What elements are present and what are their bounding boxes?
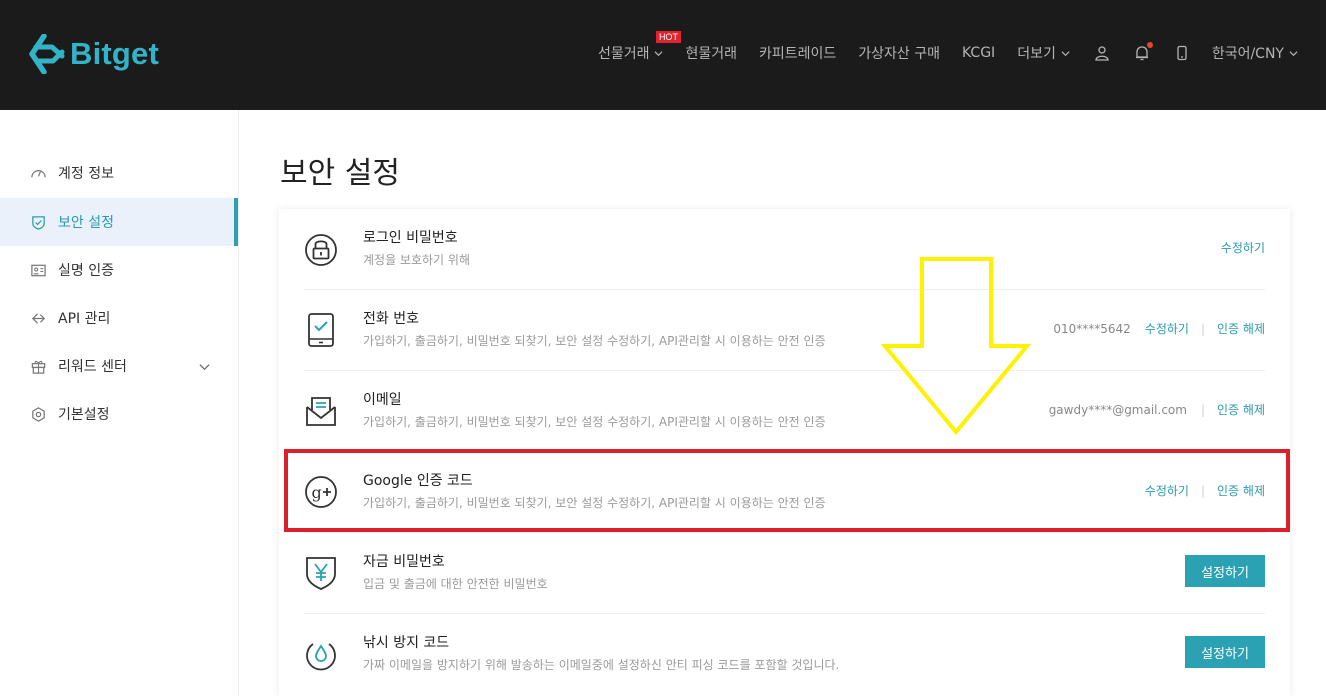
row-title: 이메일 — [363, 392, 402, 408]
nav-spot[interactable]: 현물거래 — [685, 43, 737, 63]
row-title: 로그인 비밀번호 — [363, 230, 458, 246]
mail-icon — [306, 397, 336, 426]
chevron-down-icon — [199, 364, 210, 371]
row-actions: 수정하기 — [1221, 239, 1265, 256]
unbind-link[interactable]: 인증 해제 — [1217, 401, 1265, 418]
sidebar-item-label: 기본설정 — [58, 407, 110, 423]
user-icon[interactable] — [1094, 45, 1110, 61]
gift-icon — [31, 360, 46, 374]
security-row-phone: 전화 번호 가입하기, 출금하기, 비밀번호 되찾기, 보안 설정 수정하기, … — [304, 290, 1265, 371]
sidebar-item-security[interactable]: 보안 설정 — [0, 198, 238, 246]
sidebar-item-label: 실명 인증 — [58, 263, 114, 279]
sidebar-item-rewards[interactable]: 리워드 센터 — [0, 342, 238, 390]
language-label: 한국어/CNY — [1211, 46, 1284, 62]
security-row-fund-password: 자금 비밀번호 입금 및 출금에 대한 안전한 비밀번호 설정하기 — [304, 533, 1265, 614]
down-arrow-annotation — [880, 257, 1032, 436]
notification-bell[interactable] — [1134, 42, 1153, 61]
masked-phone-number: 010****5642 — [1053, 321, 1131, 336]
bitget-logo[interactable]: Bitget — [28, 34, 159, 74]
hot-badge: HOT — [655, 31, 681, 43]
nav-futures[interactable]: 선물거래 HOT — [597, 31, 681, 63]
security-row-email: 이메일 가입하기, 출금하기, 비밀번호 되찾기, 보안 설정 수정하기, AP… — [304, 371, 1265, 452]
row-actions: gawdy****@gmail.com | 인증 해제 — [1049, 401, 1265, 418]
sidebar-item-label: 리워드 센터 — [58, 359, 127, 375]
unbind-link[interactable]: 인증 해제 — [1217, 320, 1265, 337]
nav-more-label: 더보기 — [1017, 46, 1056, 62]
sidebar-item-identity[interactable]: 실명 인증 — [0, 246, 238, 294]
chevron-down-icon — [1289, 50, 1298, 56]
phone-icon[interactable] — [1174, 45, 1190, 61]
chevron-down-icon — [654, 50, 663, 56]
edit-link[interactable]: 수정하기 — [1221, 239, 1265, 256]
divider: | — [1200, 321, 1206, 336]
highlight-box — [284, 449, 1290, 532]
row-description: 계정을 보호하기 위해 — [363, 253, 470, 267]
top-header: Bitget 선물거래 HOT 현물거래 카피트레이드 가상자산 구매 KCGI… — [0, 0, 1326, 110]
row-description: 가입하기, 출금하기, 비밀번호 되찾기, 보안 설정 수정하기, API관리할… — [363, 334, 826, 348]
speedometer-icon — [31, 169, 46, 177]
security-row-anti-phishing: 낚시 방지 코드 가짜 이메일을 방지하기 위해 발송하는 이메일중에 설정하신… — [304, 614, 1265, 695]
notification-dot — [1146, 42, 1153, 48]
masked-email: gawdy****@gmail.com — [1048, 402, 1187, 417]
nav-copy-trade[interactable]: 카피트레이드 — [759, 43, 836, 63]
sidebar-item-api[interactable]: API 관리 — [0, 294, 238, 342]
language-selector[interactable]: 한국어/CNY — [1212, 43, 1298, 63]
settings-icon — [32, 406, 45, 422]
id-card-icon — [31, 264, 46, 276]
chevron-down-icon — [1061, 50, 1070, 56]
yen-shield-icon — [306, 557, 336, 590]
lock-icon — [305, 234, 337, 266]
shield-check-icon — [32, 215, 45, 230]
sidebar-item-label: 보안 설정 — [58, 215, 114, 231]
row-title: 낚시 방지 코드 — [363, 635, 450, 651]
set-anti-phishing-button[interactable]: 설정하기 — [1185, 636, 1265, 668]
sidebar-item-label: 계정 정보 — [58, 166, 114, 182]
api-icon — [31, 312, 46, 324]
set-fund-password-button[interactable]: 설정하기 — [1185, 555, 1265, 587]
bitget-logo-icon — [29, 34, 65, 74]
divider: | — [1200, 402, 1206, 417]
sidebar: 계정 정보 보안 설정 실명 인증 API 관리 리워드 센터 기본설정 — [0, 110, 239, 696]
page-title: 보안 설정 — [280, 156, 400, 191]
nav-kcgi[interactable]: KCGI — [962, 45, 995, 61]
sidebar-item-label: API 관리 — [58, 311, 111, 327]
brand-name: Bitget — [70, 36, 160, 71]
row-description: 입금 및 출금에 대한 안전한 비밀번호 — [363, 577, 548, 591]
sidebar-item-account-info[interactable]: 계정 정보 — [0, 149, 238, 197]
row-title: 자금 비밀번호 — [363, 554, 445, 570]
nav-more[interactable]: 더보기 — [1017, 43, 1070, 63]
drop-icon — [306, 643, 336, 671]
phone-check-icon — [308, 313, 334, 347]
row-actions: 010****5642 수정하기 | 인증 해제 — [1053, 320, 1265, 337]
row-description: 가짜 이메일을 방지하기 위해 발송하는 이메일중에 설정하신 안티 피싱 코드… — [363, 658, 840, 672]
nav-futures-label: 선물거래 — [597, 46, 650, 62]
row-title: 전화 번호 — [363, 311, 419, 327]
edit-link[interactable]: 수정하기 — [1145, 320, 1189, 337]
security-row-login-password: 로그인 비밀번호 계정을 보호하기 위해 수정하기 — [304, 209, 1265, 290]
top-nav: 선물거래 HOT 현물거래 카피트레이드 가상자산 구매 KCGI 더보기 한국… — [576, 31, 1298, 66]
row-description: 가입하기, 출금하기, 비밀번호 되찾기, 보안 설정 수정하기, API관리할… — [363, 415, 826, 429]
nav-buy-crypto[interactable]: 가상자산 구매 — [858, 43, 940, 63]
sidebar-item-preferences[interactable]: 기본설정 — [0, 390, 238, 438]
